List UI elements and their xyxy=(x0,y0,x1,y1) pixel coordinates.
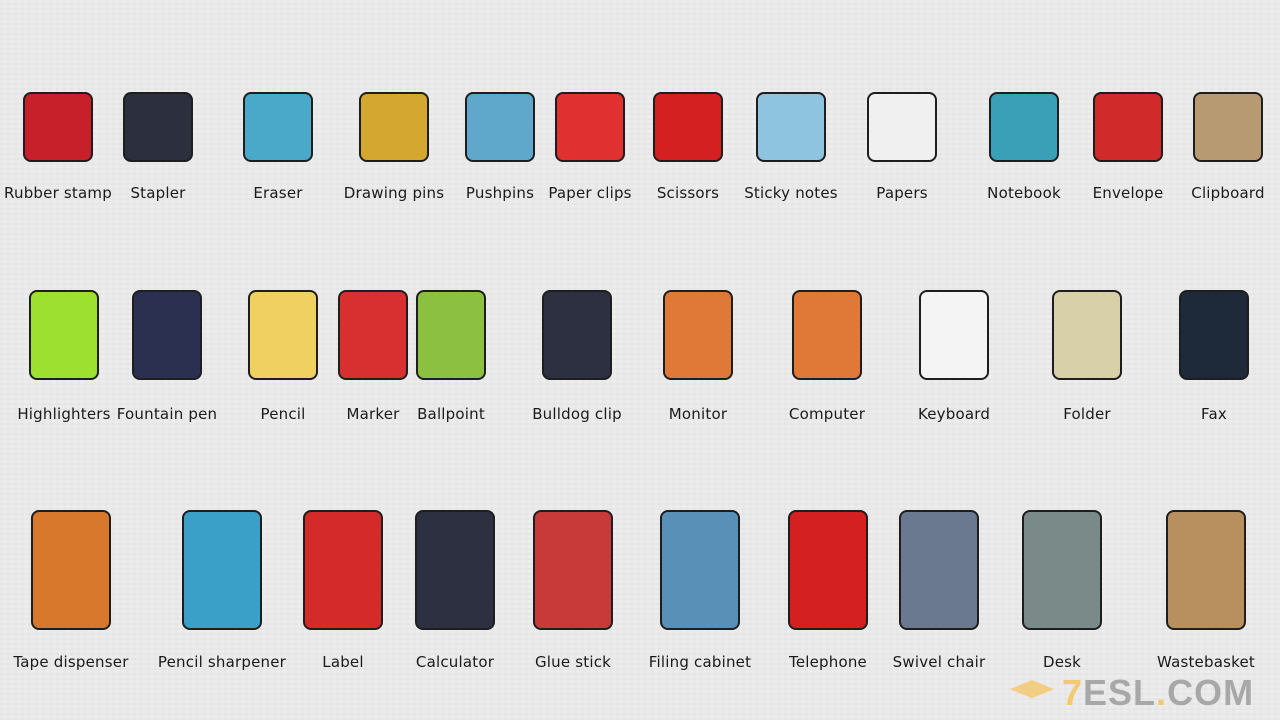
computer-icon xyxy=(792,290,862,380)
wastebasket-icon xyxy=(1166,510,1246,630)
rubber-stamp-icon xyxy=(23,92,93,162)
item-label: Tape dispenser xyxy=(13,653,129,671)
logo-7esl: 7ESL.COM xyxy=(1010,672,1254,714)
calculator-icon xyxy=(415,510,495,630)
item-label: Computer xyxy=(788,405,866,423)
item-label: Fountain pen xyxy=(116,405,218,423)
scissors-icon xyxy=(653,92,723,162)
eraser-icon xyxy=(243,92,313,162)
swivel-chair-icon xyxy=(899,510,979,630)
glue-stick-icon xyxy=(533,510,613,630)
tape-dispenser-icon xyxy=(31,510,111,630)
keyboard-icon xyxy=(919,290,989,380)
fax-icon xyxy=(1179,290,1249,380)
item-label: Wastebasket xyxy=(1157,653,1255,671)
filing-cabinet-icon xyxy=(660,510,740,630)
item-label: Clipboard xyxy=(1191,184,1265,202)
item-label: Glue stick xyxy=(534,653,612,671)
pencil-icon xyxy=(248,290,318,380)
drawing-pins-icon xyxy=(359,92,429,162)
graduation-cap-icon xyxy=(1010,680,1054,699)
telephone-icon xyxy=(788,510,868,630)
envelope-icon xyxy=(1093,92,1163,162)
item-label: Keyboard xyxy=(917,405,991,423)
folder-icon xyxy=(1052,290,1122,380)
item-label: Folder xyxy=(1063,405,1111,423)
papers-icon xyxy=(867,92,937,162)
fountain-pen-icon xyxy=(132,290,202,380)
monitor-icon xyxy=(663,290,733,380)
logo-text: 7ESL.COM xyxy=(1062,672,1255,713)
label-icon xyxy=(303,510,383,630)
clipboard-icon xyxy=(1193,92,1263,162)
bulldog-clip-icon xyxy=(542,290,612,380)
item-label: Eraser xyxy=(253,184,303,202)
item-label: Label xyxy=(322,653,364,671)
item-label: Fax xyxy=(1201,405,1227,423)
item-label: Desk xyxy=(1042,653,1082,671)
item-label: Bulldog clip xyxy=(532,405,622,423)
item-label: Stapler xyxy=(130,184,186,202)
notebook-icon xyxy=(989,92,1059,162)
desk-icon xyxy=(1022,510,1102,630)
item-label: Ballpoint xyxy=(417,405,485,423)
item-label: Pencil sharpener xyxy=(157,653,287,671)
paper-clips-icon xyxy=(555,92,625,162)
marker-icon xyxy=(338,290,408,380)
item-label: Swivel chair xyxy=(892,653,986,671)
sticky-notes-icon xyxy=(756,92,826,162)
item-label: Papers xyxy=(876,184,928,202)
item-label: Filing cabinet xyxy=(648,653,752,671)
pushpin-icon xyxy=(465,92,535,162)
item-label: Calculator xyxy=(415,653,495,671)
ballpoint-icon xyxy=(416,290,486,380)
item-label: Monitor xyxy=(668,405,728,423)
stapler-icon xyxy=(123,92,193,162)
pencil-sharpener-icon xyxy=(182,510,262,630)
highlighters-icon xyxy=(29,290,99,380)
